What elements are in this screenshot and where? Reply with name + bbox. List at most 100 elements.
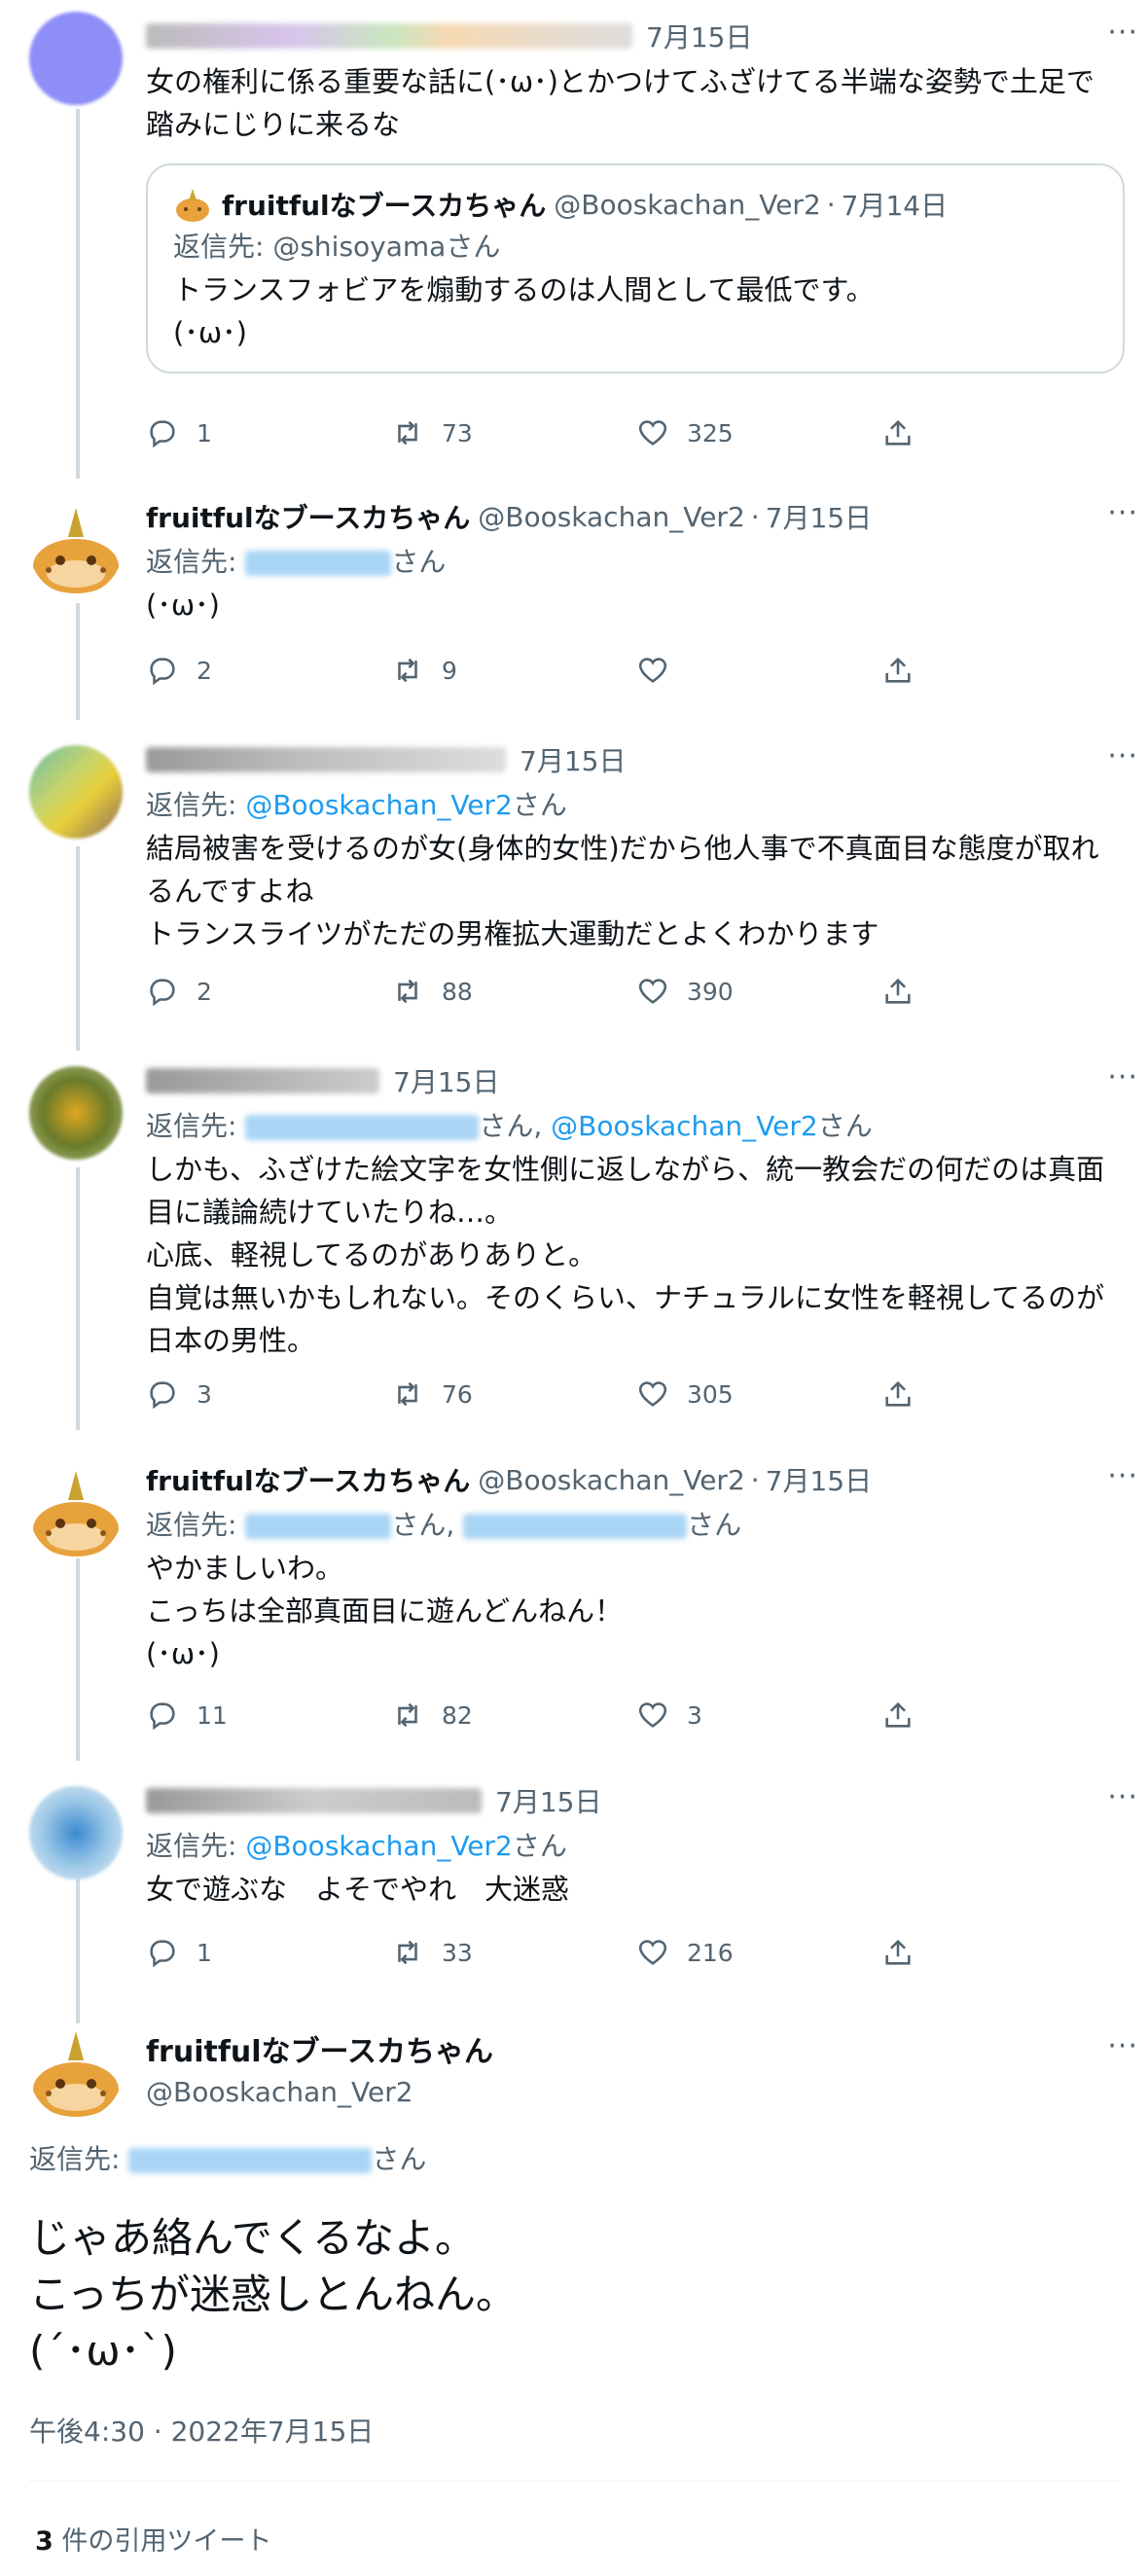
like-button[interactable]: 216: [636, 1936, 881, 1969]
share-button[interactable]: [881, 1699, 915, 1732]
user-name[interactable]: fruitfulなブースカちゃん: [146, 497, 470, 536]
tweet-time[interactable]: 7月15日: [766, 1460, 872, 1499]
like-button[interactable]: [636, 654, 881, 687]
divider: [29, 2481, 1119, 2482]
reply-icon: [150, 1702, 175, 1731]
share-button[interactable]: [881, 654, 915, 687]
more-options-icon[interactable]: ···: [1107, 496, 1138, 530]
quoted-time[interactable]: 7月14日: [842, 185, 948, 224]
like-button[interactable]: 3: [636, 1699, 881, 1732]
avatar[interactable]: [29, 745, 123, 839]
tweet-time[interactable]: 7月15日: [520, 740, 626, 779]
retweet-icon: [398, 1702, 417, 1728]
tweet-text: やかましいわ。 こっちは全部真面目に遊んどんねん！ (･ω･): [146, 1552, 624, 1670]
user-handle[interactable]: @Booskachan_Ver2: [478, 501, 745, 533]
avatar[interactable]: [29, 12, 123, 105]
reply-to-prefix: 返信先:: [173, 231, 273, 263]
more-options-icon[interactable]: ···: [1107, 1459, 1138, 1493]
avatar[interactable]: [29, 1066, 123, 1160]
heart-icon: [638, 1381, 667, 1407]
blurred-reply-user[interactable]: [245, 551, 392, 576]
more-options-icon[interactable]: ···: [1107, 739, 1138, 773]
reply-to-link[interactable]: @Booskachan_Ver2: [245, 1830, 513, 1862]
more-options-icon[interactable]: ···: [1107, 16, 1138, 50]
retweet-button[interactable]: 73: [391, 416, 636, 449]
reply-count: 11: [197, 1700, 228, 1730]
reply-to-prefix: 返信先:: [146, 1830, 246, 1862]
more-options-icon[interactable]: ···: [1107, 2029, 1138, 2063]
reply-button[interactable]: 2: [146, 654, 391, 687]
reply-button[interactable]: 3: [146, 1377, 391, 1411]
blurred-user-name[interactable]: [146, 23, 632, 49]
avatar[interactable]: [29, 1465, 123, 1558]
blurred-user-name[interactable]: [146, 1788, 482, 1813]
blurred-user-name[interactable]: [146, 1068, 379, 1093]
tweet-actions: 1 73 325: [146, 416, 1002, 449]
share-button[interactable]: [881, 1377, 915, 1411]
share-button[interactable]: [881, 416, 915, 449]
avatar[interactable]: [29, 1786, 123, 1879]
reply-to: 返信先: @Booskachan_Ver2さん: [146, 784, 1129, 827]
reply-to-suffix: さん: [817, 1110, 873, 1142]
avatar[interactable]: [29, 502, 123, 595]
retweet-button[interactable]: 76: [391, 1377, 636, 1411]
retweet-count: 73: [442, 418, 473, 447]
reply-button[interactable]: 1: [146, 1936, 391, 1969]
reply-to-link[interactable]: @Booskachan_Ver2: [245, 789, 513, 821]
retweet-button[interactable]: 9: [391, 654, 636, 687]
blurred-user-name[interactable]: [146, 747, 506, 772]
like-button[interactable]: 325: [636, 416, 881, 449]
reply-to-prefix: 返信先:: [146, 1509, 246, 1541]
reply-to: 返信先: さん, さん: [146, 1504, 1129, 1547]
tweet-text: 女の権利に係る重要な話に(･ω･)とかつけてふざけてる半端な姿勢で土足で踏みにじ…: [146, 65, 1094, 141]
tweet-text: (･ω･): [146, 589, 220, 622]
quote-label: 件の引用ツイート: [53, 2526, 272, 2557]
tweet-actions: 11 82 3: [146, 1699, 1002, 1732]
heart-icon: [638, 1702, 667, 1728]
reply-icon: [150, 420, 175, 448]
tweet-time[interactable]: 7月15日: [646, 17, 752, 55]
tweet-timestamp[interactable]: 午後4:30 · 2022年7月15日: [29, 2411, 374, 2450]
retweet-icon: [398, 658, 417, 683]
reply-button[interactable]: 1: [146, 416, 391, 449]
like-count: 305: [687, 1379, 734, 1409]
more-options-icon[interactable]: ···: [1107, 1060, 1138, 1094]
tweet-time[interactable]: 7月15日: [495, 1781, 601, 1820]
avatar[interactable]: [29, 2025, 123, 2119]
like-button[interactable]: 390: [636, 975, 881, 1008]
user-name[interactable]: fruitfulなブースカちゃん: [146, 2027, 493, 2070]
blurred-reply-user[interactable]: [463, 1514, 688, 1539]
user-handle[interactable]: @Booskachan_Ver2: [478, 1464, 745, 1496]
user-handle[interactable]: @Booskachan_Ver2: [146, 2076, 493, 2108]
tweet-time[interactable]: 7月15日: [393, 1061, 499, 1100]
reply-to-prefix: 返信先:: [146, 546, 246, 578]
quoted-user-handle[interactable]: @Booskachan_Ver2: [554, 189, 821, 221]
share-button[interactable]: [881, 1936, 915, 1969]
retweet-icon: [398, 979, 417, 1004]
reply-to-link[interactable]: @Booskachan_Ver2: [551, 1110, 818, 1142]
reply-button[interactable]: 11: [146, 1699, 391, 1732]
retweet-button[interactable]: 33: [391, 1936, 636, 1969]
thread-line: [76, 109, 80, 479]
more-options-icon[interactable]: ···: [1107, 1780, 1138, 1814]
retweet-button[interactable]: 82: [391, 1699, 636, 1732]
retweet-button[interactable]: 88: [391, 975, 636, 1008]
blurred-reply-user[interactable]: [245, 1514, 392, 1539]
reply-to-prefix: 返信先:: [29, 2143, 129, 2175]
share-button[interactable]: [881, 975, 915, 1008]
blurred-reply-user[interactable]: [245, 1115, 480, 1140]
reply-button[interactable]: 2: [146, 975, 391, 1008]
blurred-reply-user[interactable]: [128, 2148, 373, 2173]
reply-to-suffix: さん: [687, 1509, 742, 1541]
quoted-text: トランスフォビアを煽動するのは人間として最低です。 (･ω･): [173, 273, 875, 349]
quote-tweets-link[interactable]: 3 件の引用ツイート: [35, 2520, 271, 2558]
tweet-time[interactable]: 7月15日: [766, 497, 872, 536]
user-name[interactable]: fruitfulなブースカちゃん: [146, 1460, 470, 1499]
retweet-count: 33: [442, 1938, 473, 1967]
reply-to: 返信先: さん: [29, 2138, 426, 2181]
reply-count: 1: [197, 418, 212, 447]
quoted-tweet[interactable]: fruitfulなブースカちゃん @Booskachan_Ver2 · 7月14…: [146, 163, 1125, 374]
like-button[interactable]: 305: [636, 1377, 881, 1411]
quoted-user-name[interactable]: fruitfulなブースカちゃん: [222, 185, 546, 224]
reply-to-suffix: さん: [512, 1830, 567, 1862]
